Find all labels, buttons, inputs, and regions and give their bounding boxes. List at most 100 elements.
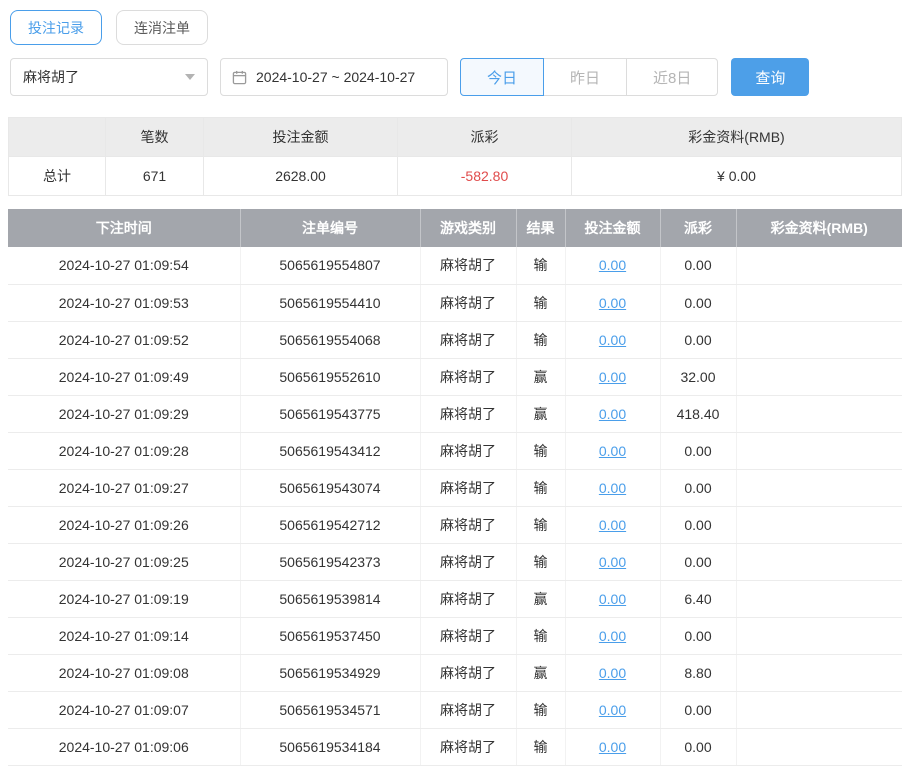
bet-amount-link[interactable]: 0.00 <box>599 332 626 348</box>
cell-bonus <box>736 321 902 358</box>
date-range-value: 2024-10-27 ~ 2024-10-27 <box>256 69 415 85</box>
summary-total-row: 总计 671 2628.00 -582.80 ¥ 0.00 <box>9 157 902 196</box>
game-select[interactable]: 麻将胡了 <box>10 58 208 96</box>
bet-amount-link[interactable]: 0.00 <box>599 257 626 273</box>
chevron-down-icon <box>185 74 195 80</box>
cell-game-type: 麻将胡了 <box>420 321 516 358</box>
cell-bet-amount: 0.00 <box>565 506 660 543</box>
cell-payout: 418.40 <box>660 395 736 432</box>
bet-amount-link[interactable]: 0.00 <box>599 628 626 644</box>
table-row: 2024-10-27 01:09:545065619554807麻将胡了输0.0… <box>8 247 902 284</box>
cell-bet-amount: 0.00 <box>565 284 660 321</box>
cell-bonus <box>736 691 902 728</box>
summary-header-bonus: 彩金资料(RMB) <box>572 118 902 157</box>
bet-amount-link[interactable]: 0.00 <box>599 702 626 718</box>
bet-amount-link[interactable]: 0.00 <box>599 295 626 311</box>
quick-range-last8days[interactable]: 近8日 <box>626 58 718 96</box>
cell-bet-amount: 0.00 <box>565 617 660 654</box>
cell-bet-amount: 0.00 <box>565 691 660 728</box>
cell-bet-amount: 0.00 <box>565 728 660 765</box>
summary-header-count: 笔数 <box>106 118 204 157</box>
tab-betting-records[interactable]: 投注记录 <box>10 10 102 45</box>
table-row: 2024-10-27 01:09:525065619554068麻将胡了输0.0… <box>8 321 902 358</box>
cell-result: 输 <box>516 728 565 765</box>
cell-bet-amount: 0.00 <box>565 247 660 284</box>
cell-payout: 0.00 <box>660 691 736 728</box>
cell-bet-amount: 0.00 <box>565 580 660 617</box>
table-row: 2024-10-27 01:09:265065619542712麻将胡了输0.0… <box>8 506 902 543</box>
quick-range-yesterday[interactable]: 昨日 <box>543 58 627 96</box>
table-row: 2024-10-27 01:09:285065619543412麻将胡了输0.0… <box>8 432 902 469</box>
cell-bonus <box>736 432 902 469</box>
cell-payout: 0.00 <box>660 321 736 358</box>
quick-range-group: 今日 昨日 近8日 <box>460 58 718 96</box>
game-select-value: 麻将胡了 <box>23 67 79 87</box>
cell-bet-time: 2024-10-27 01:09:28 <box>8 432 240 469</box>
cell-bet-time: 2024-10-27 01:09:07 <box>8 691 240 728</box>
cell-order-id: 5065619542373 <box>240 543 420 580</box>
bet-amount-link[interactable]: 0.00 <box>599 480 626 496</box>
cell-bet-amount: 0.00 <box>565 543 660 580</box>
summary-header-payout: 派彩 <box>398 118 572 157</box>
tab-cancelled-orders[interactable]: 连消注单 <box>116 10 208 45</box>
summary-table: 笔数 投注金额 派彩 彩金资料(RMB) 总计 671 2628.00 -582… <box>8 117 902 196</box>
bet-amount-link[interactable]: 0.00 <box>599 739 626 755</box>
cell-game-type: 麻将胡了 <box>420 543 516 580</box>
bet-amount-link[interactable]: 0.00 <box>599 443 626 459</box>
cell-payout: 0.00 <box>660 469 736 506</box>
col-result: 结果 <box>516 209 565 247</box>
cell-order-id: 5065619537450 <box>240 617 420 654</box>
col-bet-amount: 投注金额 <box>565 209 660 247</box>
cell-order-id: 5065619554068 <box>240 321 420 358</box>
cell-order-id: 5065619534929 <box>240 654 420 691</box>
cell-bonus <box>736 395 902 432</box>
cell-game-type: 麻将胡了 <box>420 580 516 617</box>
cell-order-id: 5065619539814 <box>240 580 420 617</box>
cell-payout: 0.00 <box>660 543 736 580</box>
cell-result: 输 <box>516 691 565 728</box>
cell-bet-time: 2024-10-27 01:09:29 <box>8 395 240 432</box>
bet-amount-link[interactable]: 0.00 <box>599 665 626 681</box>
cell-order-id: 5065619543775 <box>240 395 420 432</box>
cell-bet-time: 2024-10-27 01:09:52 <box>8 321 240 358</box>
bet-amount-link[interactable]: 0.00 <box>599 591 626 607</box>
col-game-type: 游戏类别 <box>420 209 516 247</box>
cell-bonus <box>736 543 902 580</box>
cell-result: 赢 <box>516 395 565 432</box>
filter-bar: 麻将胡了 2024-10-27 ~ 2024-10-27 今日 昨日 近8日 查… <box>0 51 910 96</box>
cell-bet-amount: 0.00 <box>565 395 660 432</box>
summary-total-bonus: ¥ 0.00 <box>572 157 902 196</box>
cell-order-id: 5065619554410 <box>240 284 420 321</box>
cell-payout: 32.00 <box>660 358 736 395</box>
cell-result: 输 <box>516 247 565 284</box>
cell-order-id: 5065619543074 <box>240 469 420 506</box>
table-row: 2024-10-27 01:09:535065619554410麻将胡了输0.0… <box>8 284 902 321</box>
summary-header-empty <box>9 118 106 157</box>
cell-game-type: 麻将胡了 <box>420 617 516 654</box>
quick-range-today[interactable]: 今日 <box>460 58 544 96</box>
cell-game-type: 麻将胡了 <box>420 654 516 691</box>
col-payout: 派彩 <box>660 209 736 247</box>
cell-bet-time: 2024-10-27 01:09:53 <box>8 284 240 321</box>
summary-total-count: 671 <box>106 157 204 196</box>
table-row: 2024-10-27 01:09:295065619543775麻将胡了赢0.0… <box>8 395 902 432</box>
cell-result: 输 <box>516 617 565 654</box>
col-bonus: 彩金资料(RMB) <box>736 209 902 247</box>
query-button[interactable]: 查询 <box>731 58 809 96</box>
cell-bonus <box>736 580 902 617</box>
table-row: 2024-10-27 01:09:195065619539814麻将胡了赢0.0… <box>8 580 902 617</box>
cell-bet-time: 2024-10-27 01:09:49 <box>8 358 240 395</box>
records-table-body: 2024-10-27 01:09:545065619554807麻将胡了输0.0… <box>8 247 902 765</box>
cell-bet-time: 2024-10-27 01:09:25 <box>8 543 240 580</box>
bet-amount-link[interactable]: 0.00 <box>599 554 626 570</box>
table-row: 2024-10-27 01:09:075065619534571麻将胡了输0.0… <box>8 691 902 728</box>
bet-amount-link[interactable]: 0.00 <box>599 406 626 422</box>
calendar-icon <box>232 70 247 85</box>
cell-bet-time: 2024-10-27 01:09:06 <box>8 728 240 765</box>
bet-amount-link[interactable]: 0.00 <box>599 517 626 533</box>
cell-bonus <box>736 358 902 395</box>
cell-bonus <box>736 506 902 543</box>
date-range-input[interactable]: 2024-10-27 ~ 2024-10-27 <box>220 58 448 96</box>
cell-game-type: 麻将胡了 <box>420 469 516 506</box>
bet-amount-link[interactable]: 0.00 <box>599 369 626 385</box>
